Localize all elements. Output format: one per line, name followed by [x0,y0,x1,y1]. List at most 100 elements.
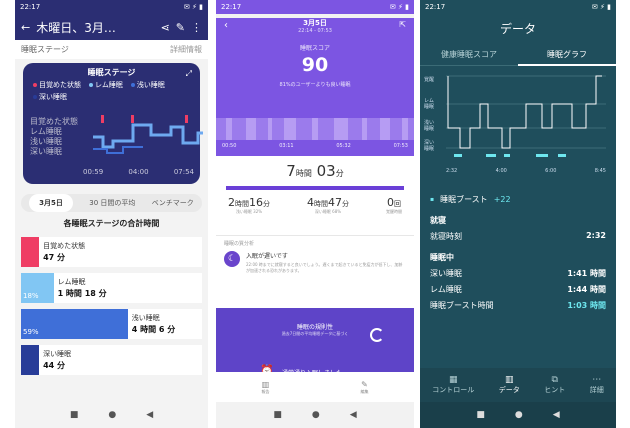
phone-sleep-stages: 22:17 ✉ ⚡ ▮ ← 木曜日、3月… ⋖ ✎ ⋮ 睡眠ステージ 詳細情報 … [15,0,208,428]
summary-panel: 7時間 03分 2時間16分 浅い睡眠 32% 4時間47分 深い睡眠 68% … [216,156,414,236]
assessment-title: 入眠が遅いです [246,253,288,260]
sleep-graph: 覚醒 レム睡眠 浅い睡眠 深い睡眠 2:32 4:00 6:00 8:45 [420,70,616,174]
sleep-boost-row: ▪ 睡眠ブースト +22 [420,174,616,205]
recents-icon[interactable]: ■ [476,410,485,420]
status-bar: 22:17 ✉ ⚡ ▮ [216,0,414,14]
system-nav-bar: ■ ● ◀ [216,402,414,428]
stage-row: 18% レム睡眠 1 時間 18 分 [21,273,202,303]
edit-button[interactable]: ✎ 編集 [361,380,369,395]
detail-link[interactable]: 詳細情報 [170,44,202,55]
assessment-header: 睡眠の質分析 [224,241,255,247]
stat-light: 2時間16分 浅い睡眠 32% [228,196,270,214]
hint-icon: ⧉ [551,375,558,385]
status-time: 22:17 [221,3,242,11]
tab-health-score[interactable]: 健康睡眠スコア [420,45,518,66]
report-button[interactable]: ▥ 報告 [262,380,270,395]
stage-row: 59% 浅い睡眠 4 時間 6 分 [21,309,202,339]
page-title: 木曜日、3月… [36,20,116,35]
bottom-tab-bar: ▦ コントロール ▥ データ ⧉ ヒント ⋯ 詳細 [420,368,616,402]
bar-chart-icon: ▥ [504,375,514,385]
tab-data[interactable]: ▥ データ [499,375,520,395]
rem-sleep-row: レム睡眠 1:44 時間 [430,285,606,294]
stage-value: 4 時間 6 分 [131,325,176,334]
more-dots-icon: ⋯ [592,375,602,385]
data-tabs: 健康睡眠スコア 睡眠グラフ [420,45,616,66]
total-sleep: 7時間 03分 [286,162,344,180]
stage-percent: 59% [23,328,39,336]
tab-control[interactable]: ▦ コントロール [432,375,474,395]
tab-day[interactable]: 3月5日 [29,194,73,212]
tab-hint[interactable]: ⧉ ヒント [544,375,565,395]
stage-label: 浅い睡眠 [131,314,160,322]
deep-sleep-row: 深い睡眠 1:41 時間 [430,269,606,278]
chart-title: 睡眠ステージ [87,68,136,77]
boost-time-row: 睡眠ブースト時間 1:03 時間 [430,301,606,310]
date: 3月5日 [303,19,327,27]
share-icon[interactable]: ⋖ [161,21,170,34]
home-icon[interactable]: ● [515,410,523,420]
expand-icon[interactable]: ⤢ [186,69,192,79]
control-icon: ▦ [448,375,458,385]
tab-benchmark[interactable]: ベンチマーク [152,198,194,208]
stat-awake: 0回 覚醒時間 [386,196,402,214]
stage-label: 深い睡眠 [43,350,72,358]
bedtime-section: 就寝 就寝時刻 2:32 睡眠中 深い睡眠 1:41 時間 レム睡眠 1:44 … [420,215,616,311]
page-title: データ [499,22,536,36]
home-icon[interactable]: ● [312,410,320,420]
more-icon[interactable]: ⋮ [191,21,202,34]
time-range: 22:14 - 07:53 [298,28,332,34]
status-bar: 22:17 ✉ ⚡ ▮ [15,0,208,14]
back-arrow-icon[interactable]: ← [21,21,30,34]
status-time: 22:17 [20,3,41,11]
y-label-rem: レム睡眠 [424,98,435,110]
system-nav-bar: ■ ● ◀ [420,402,616,428]
stage-value: 47 分 [43,253,66,262]
stage-row: 深い睡眠 44 分 [21,345,202,375]
stat-deep: 4時間47分 深い睡眠 68% [307,196,349,214]
home-icon[interactable]: ● [108,410,116,420]
stage-bar [21,237,40,267]
phone-sleep-score: 22:17 ✉ ⚡ ▮ ‹ ⇱ 3月5日 22:14 - 07:53 睡眠スコア… [216,0,414,428]
y-label-awake: 覚醒 [424,77,435,83]
tab-30day-avg[interactable]: 30 日間の平均 [89,198,135,208]
stage-bar [21,345,40,375]
sleeping-header: 睡眠中 [430,253,454,262]
back-icon[interactable]: ◀ [146,410,153,420]
stage-label: 目覚めた状態 [43,242,86,250]
score-header: ‹ ⇱ 3月5日 22:14 - 07:53 睡眠スコア 90 81%のユーザー… [216,18,414,156]
stage-value: 1 時間 18 分 [57,289,107,298]
period-tabs: 3月5日 30 日間の平均 ベンチマーク [21,194,202,212]
section-header: 睡眠ステージ 詳細情報 [15,40,208,59]
recents-icon[interactable]: ■ [70,410,79,420]
legend-deep: 深い睡眠 [33,92,67,102]
bottom-actions: ▥ 報告 ✎ 編集 [216,372,414,402]
boost-label: 睡眠ブースト [440,195,488,204]
assessment-item[interactable]: ☾ 入眠が遅いです 22:00 時までに就寝すると良いでしょう。遅くまで起きてい… [224,251,406,274]
legend-awake: 目覚めた状態 [33,80,81,90]
status-bar: 22:17 ✉ ⚡ ▮ [420,0,616,14]
sleep-assessment: 睡眠の質分析 ☾ 入眠が遅いです 22:00 時までに就寝すると良いでしょう。遅… [216,236,414,308]
phone-sleep-data: 22:17 ✉ ⚡ ▮ データ 健康睡眠スコア 睡眠グラフ 覚醒 レム睡眠 浅い… [420,0,616,428]
back-icon[interactable]: ◀ [553,410,560,420]
score-label: 睡眠スコア [299,45,330,52]
section-title: 睡眠ステージ [21,45,69,54]
sleep-score: 90 [301,54,329,76]
stage-row: 目覚めた状態 47 分 [21,237,202,267]
legend-rem: レム睡眠 [89,80,123,90]
boost-value: +22 [493,195,511,204]
app-bar: ← 木曜日、3月… ⋖ ✎ ⋮ [15,14,208,40]
time-axis: 00:59 04:00 07:54 [83,168,194,176]
total-time-title: 各睡眠ステージの合計時間 [63,219,160,228]
regularity-sub: 過去7日間の平均睡眠データに基づく [281,331,349,336]
stage-list: 目覚めた状態 47 分 18% レム睡眠 1 時間 18 分 59% 浅い睡眠 4 時間 6 … [15,237,208,375]
tab-details[interactable]: ⋯ 詳細 [590,375,604,395]
back-icon[interactable]: ◀ [350,410,357,420]
tab-sleep-graph[interactable]: 睡眠グラフ [518,45,616,66]
time-axis: 2:32 4:00 6:00 8:45 [446,168,606,174]
recents-icon[interactable]: ■ [273,410,282,420]
sleep-strip-chart [216,118,414,140]
time-axis: 00:50 03:11 05:32 07:53 [222,143,408,149]
boost-bullet-icon: ▪ [430,196,435,203]
edit-icon[interactable]: ✎ [176,21,185,34]
stage-value: 44 分 [43,361,66,370]
